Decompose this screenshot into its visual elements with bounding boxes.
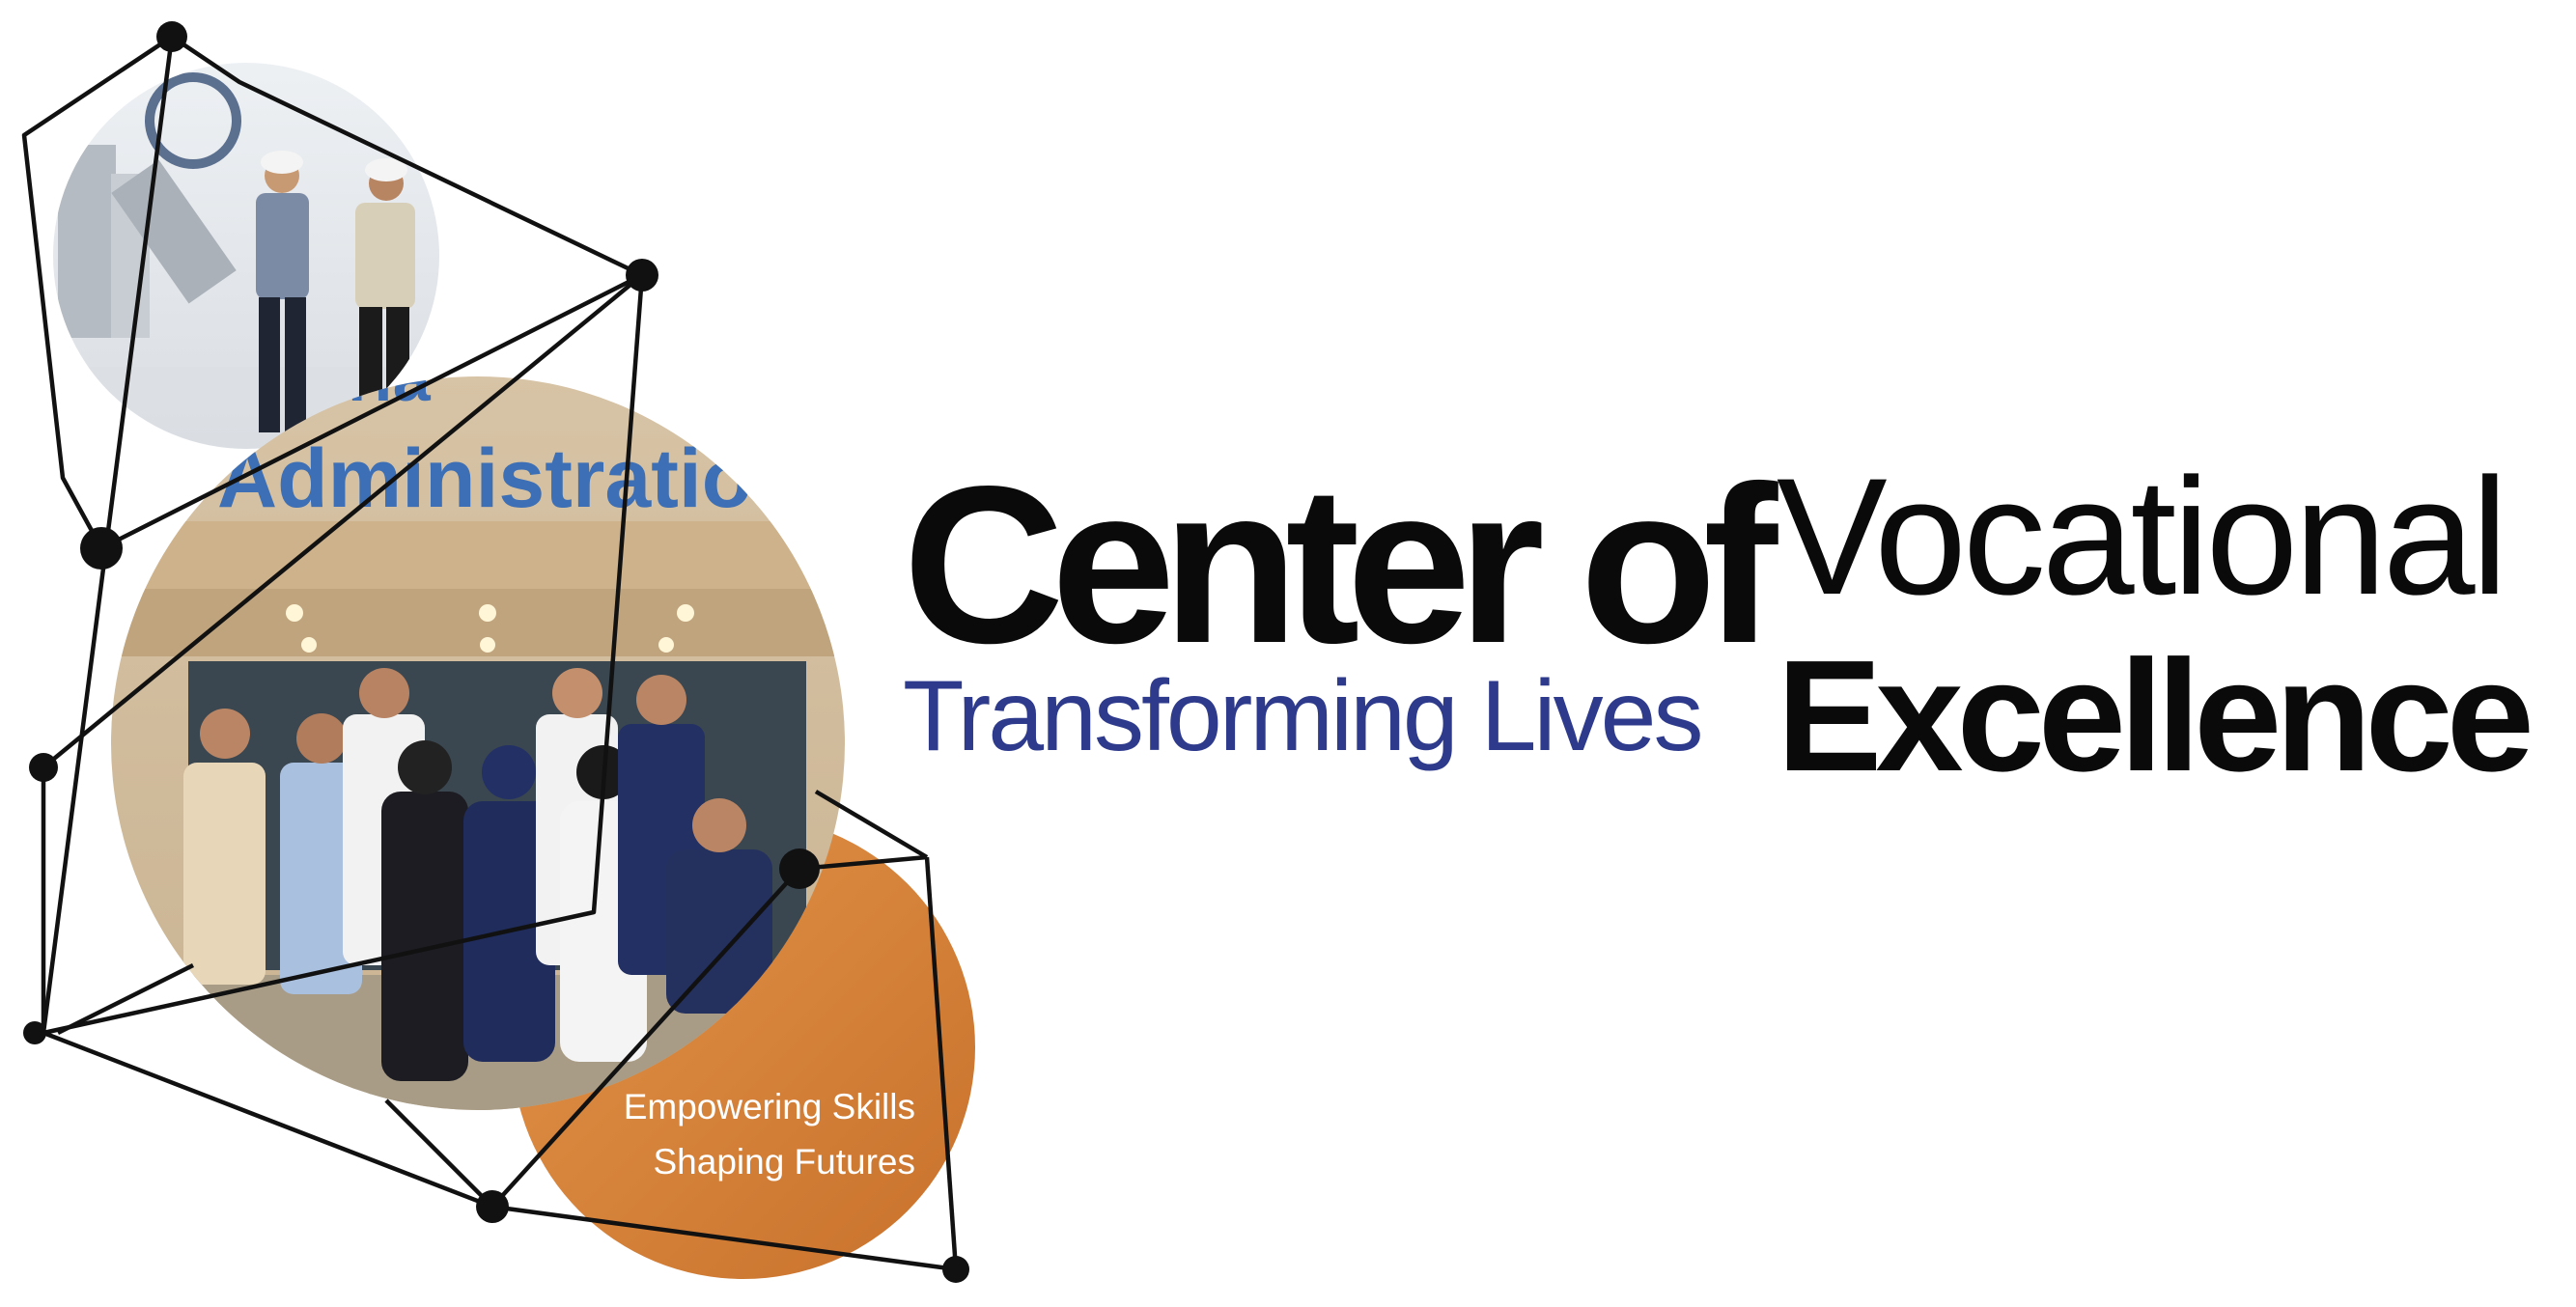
network-node — [942, 1256, 969, 1283]
network-node — [23, 1021, 46, 1044]
badge-line-2: Shaping Futures — [653, 1142, 915, 1182]
badge-line-1: Empowering Skills — [623, 1087, 915, 1126]
network-node — [156, 21, 187, 52]
headline-excellence: Excellence — [1777, 627, 2534, 804]
network-node — [29, 753, 58, 782]
building-sign-text: Administratio — [217, 432, 752, 525]
headline-vocational: Vocational — [1777, 444, 2508, 629]
network-node — [626, 259, 658, 292]
network-node — [476, 1190, 509, 1223]
poster: Administratio ustria — [0, 0, 2576, 1307]
network-node — [779, 848, 820, 889]
network-node — [80, 527, 123, 570]
tagline-transforming-lives: Transforming Lives — [903, 660, 1703, 772]
headline-center-of: Center of — [903, 440, 1778, 690]
